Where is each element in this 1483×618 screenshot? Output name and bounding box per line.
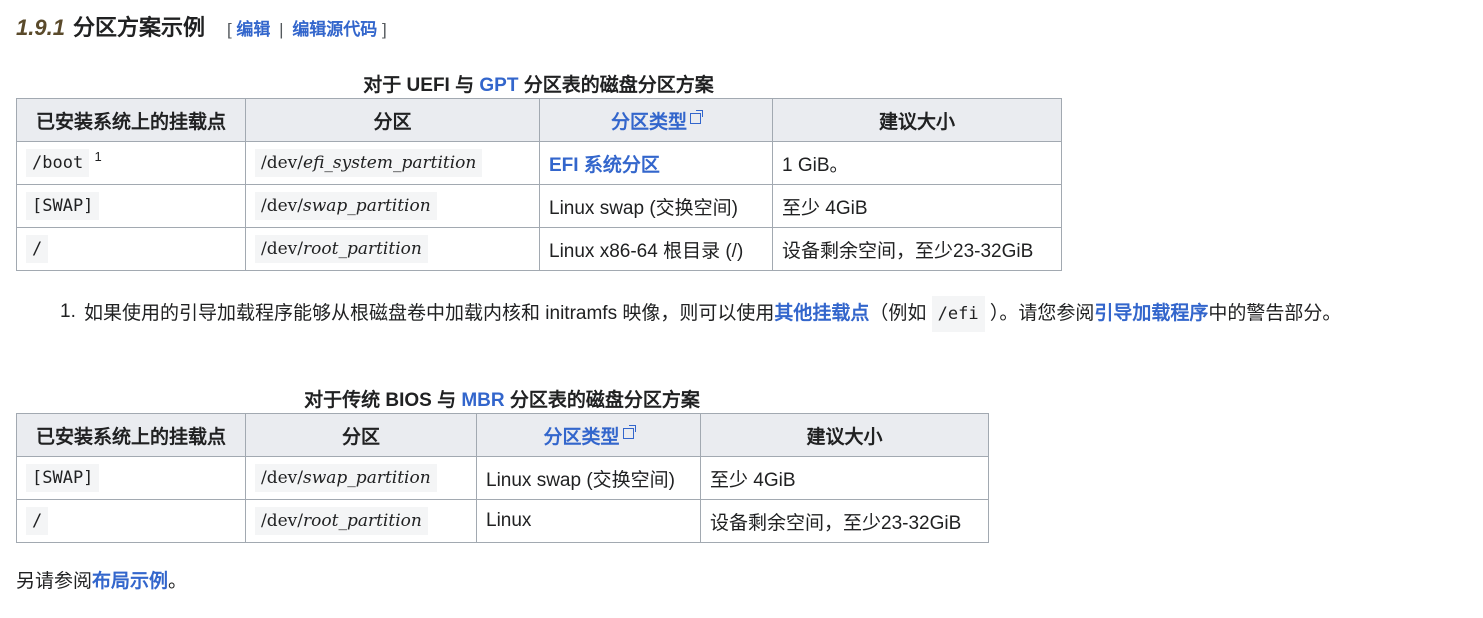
section-title: 分区方案示例 — [72, 15, 205, 40]
mbr-link[interactable]: MBR — [461, 390, 504, 411]
col-partition: 分区 — [245, 413, 477, 457]
col-size: 建议大小 — [700, 413, 989, 457]
footnote: 1. 如果使用的引导加载程序能够从根磁盘卷中加载内核和 initramfs 映像… — [60, 296, 1445, 332]
section-heading: 1.9.1 分区方案示例 [ 编辑 | 编辑源代码 ] — [16, 10, 387, 42]
device-path: /dev/root_partition — [255, 235, 428, 263]
table-header-row: 已安装系统上的挂载点 分区 分区类型 建议大小 — [16, 98, 1062, 142]
edit-source-link[interactable]: 编辑源代码 — [292, 20, 377, 39]
device-path: /dev/swap_partition — [255, 192, 437, 220]
col-partition: 分区 — [245, 98, 540, 142]
col-mount: 已安装系统上的挂载点 — [16, 98, 246, 142]
mount-point: [SWAP] — [26, 192, 100, 220]
bootloader-link[interactable]: 引导加载程序 — [1094, 303, 1208, 324]
table-header-row: 已安装系统上的挂载点 分区 分区类型 建议大小 — [16, 413, 989, 457]
size-value: 至少 4GiB — [772, 184, 1062, 228]
mount-point: / — [26, 235, 49, 263]
size-value: 至少 4GiB — [700, 456, 989, 500]
table-row: [SWAP] /dev/swap_partition Linux swap (交… — [16, 184, 1062, 228]
size-value: 设备剩余空间，至少23-32GiB — [772, 227, 1062, 271]
partition-type-value: Linux — [476, 499, 701, 543]
footnote-ref[interactable]: 1 — [94, 149, 101, 164]
mount-point: [SWAP] — [26, 464, 100, 492]
partition-type-value: Linux swap (交换空间) — [476, 456, 701, 500]
gpt-link[interactable]: GPT — [479, 75, 518, 96]
partition-type-link[interactable]: 分区类型 — [543, 427, 619, 448]
col-type: 分区类型 — [539, 98, 773, 142]
device-path: /dev/root_partition — [255, 507, 428, 535]
device-path: /dev/efi_system_partition — [255, 149, 483, 177]
device-path: /dev/swap_partition — [255, 464, 437, 492]
partition-type-link[interactable]: 分区类型 — [611, 112, 687, 133]
uefi-partition-table: 已安装系统上的挂载点 分区 分区类型 建议大小 /boot 1 /dev/efi… — [16, 98, 1062, 271]
mount-point: /boot — [26, 149, 90, 178]
edit-section-links: [ 编辑 | 编辑源代码 ] — [226, 20, 387, 39]
bios-table-caption: 对于传统 BIOS 与 MBR 分区表的磁盘分区方案 — [304, 390, 700, 411]
other-mount-points-link[interactable]: 其他挂载点 — [774, 303, 869, 324]
table-row: / /dev/root_partition Linux x86-64 根目录 (… — [16, 227, 1062, 271]
size-value: 设备剩余空间，至少23-32GiB — [700, 499, 989, 543]
table-row: /boot 1 /dev/efi_system_partition EFI 系统… — [16, 141, 1062, 185]
partition-type-value: Linux swap (交换空间) — [539, 184, 773, 228]
table-row: [SWAP] /dev/swap_partition Linux swap (交… — [16, 456, 989, 500]
mount-point: / — [26, 507, 49, 535]
external-link-icon — [690, 109, 703, 124]
partition-type-value[interactable]: EFI 系统分区 — [549, 155, 660, 176]
col-mount: 已安装系统上的挂载点 — [16, 413, 246, 457]
table-row: / /dev/root_partition Linux 设备剩余空间，至少23-… — [16, 499, 989, 543]
efi-code: /efi — [931, 296, 985, 332]
external-link-icon — [622, 424, 636, 439]
uefi-table-caption: 对于 UEFI 与 GPT 分区表的磁盘分区方案 — [363, 75, 714, 96]
bios-partition-table: 已安装系统上的挂载点 分区 分区类型 建议大小 [SWAP] /dev/swap… — [16, 413, 989, 543]
edit-link[interactable]: 编辑 — [236, 20, 270, 39]
section-number: 1.9.1 — [16, 15, 65, 40]
size-value: 1 GiB。 — [772, 141, 1062, 185]
col-type: 分区类型 — [476, 413, 701, 457]
partition-type-value: Linux x86-64 根目录 (/) — [539, 227, 773, 271]
col-size: 建议大小 — [772, 98, 1062, 142]
see-also: 另请参阅布局示例。 — [16, 571, 188, 592]
layout-examples-link[interactable]: 布局示例 — [92, 571, 168, 592]
